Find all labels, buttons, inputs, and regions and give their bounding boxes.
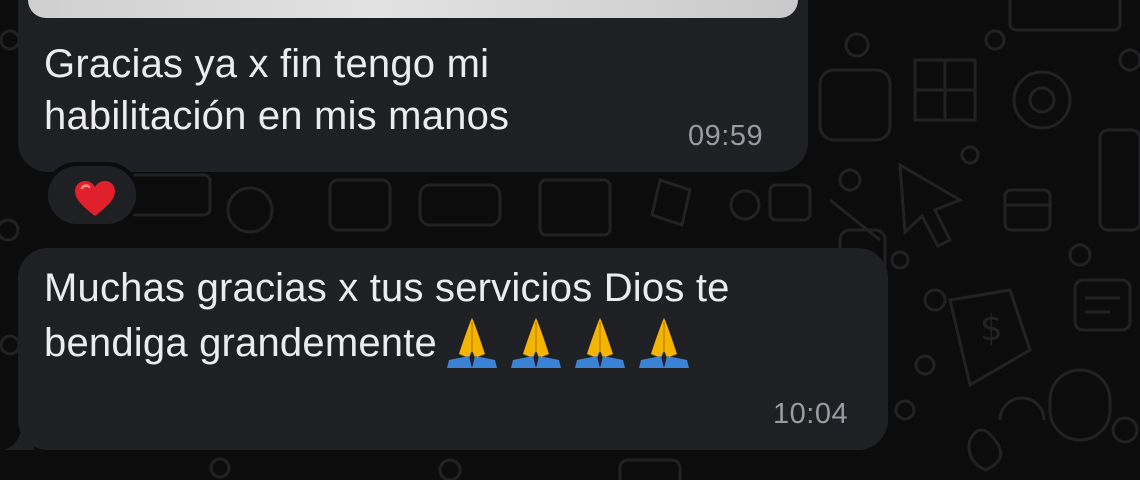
heart-icon	[75, 181, 115, 216]
message-timestamp: 09:59	[688, 120, 764, 152]
folded-hands-icon	[639, 318, 689, 368]
reaction-badge[interactable]	[44, 162, 140, 228]
message-timestamp: 10:04	[773, 398, 849, 430]
chat-background: $ Gracias ya x fin tengo mi habilitación…	[0, 0, 1140, 480]
folded-hands-icon	[511, 318, 561, 368]
message-text: Gracias ya x fin tengo mi habilitación e…	[44, 42, 510, 138]
folded-hands-icon	[447, 318, 497, 368]
media-preview[interactable]	[28, 0, 798, 18]
emoji-group	[445, 314, 701, 377]
bubble-tail	[4, 420, 34, 450]
message-bubble-received[interactable]: Gracias ya x fin tengo mi habilitación e…	[18, 0, 808, 172]
message-text: Muchas gracias x tus servicios Dios te b…	[44, 262, 874, 377]
message-bubble-received[interactable]: Muchas gracias x tus servicios Dios te b…	[18, 248, 888, 450]
folded-hands-icon	[575, 318, 625, 368]
svg-text:$: $	[980, 308, 1003, 349]
